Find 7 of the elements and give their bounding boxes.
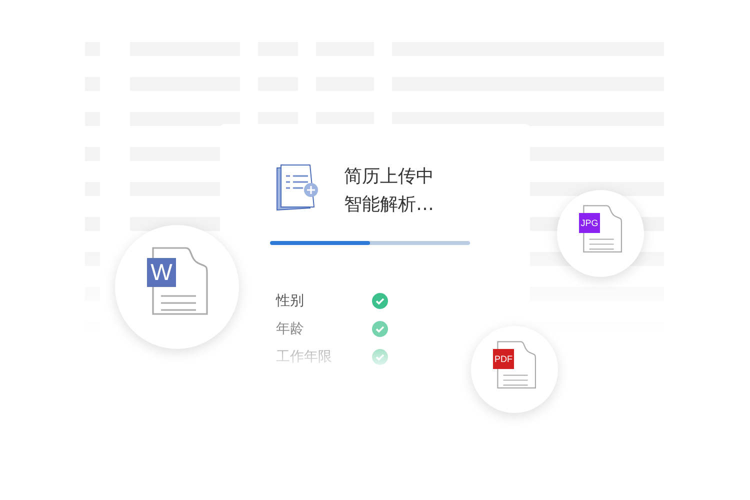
field-label: 年龄	[276, 320, 305, 338]
file-type-badge: W	[147, 258, 176, 287]
upload-status-text: 简历上传中 智能解析…	[344, 165, 434, 217]
field-label: 性别	[276, 292, 305, 310]
field-label: 工作年限	[276, 348, 333, 366]
file-type-badge: JPG	[579, 213, 600, 234]
file-type-badge: PDF	[493, 349, 514, 370]
